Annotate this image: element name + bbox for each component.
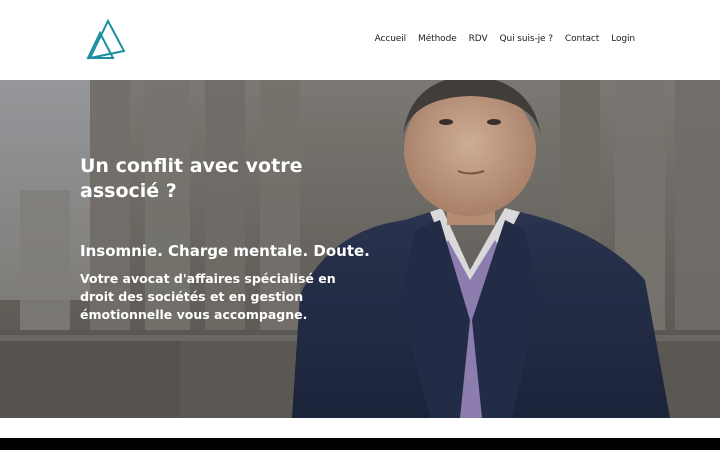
hero-headline: Un conflit avec votre associé ? xyxy=(80,155,303,202)
nav-accueil[interactable]: Accueil xyxy=(375,34,407,44)
hero-description: Votre avocat d'affaires spécialisé en dr… xyxy=(80,271,336,322)
triangle-logo-icon[interactable] xyxy=(86,18,126,60)
hero-tagline: Insomnie. Charge mentale. Doute. xyxy=(80,242,370,260)
nav-login[interactable]: Login xyxy=(611,34,635,44)
content-gap xyxy=(0,418,720,438)
nav-methode[interactable]: Méthode xyxy=(418,34,457,44)
footer-strip xyxy=(0,438,720,450)
nav-rdv[interactable]: RDV xyxy=(469,34,488,44)
site-header: Accueil Méthode RDV Qui suis-je ? Contac… xyxy=(0,0,720,80)
main-nav: Accueil Méthode RDV Qui suis-je ? Contac… xyxy=(375,34,635,44)
hero-banner: Un conflit avec votre associé ? Insomnie… xyxy=(0,80,720,418)
nav-qui-suis-je[interactable]: Qui suis-je ? xyxy=(500,34,553,44)
nav-contact[interactable]: Contact xyxy=(565,34,599,44)
